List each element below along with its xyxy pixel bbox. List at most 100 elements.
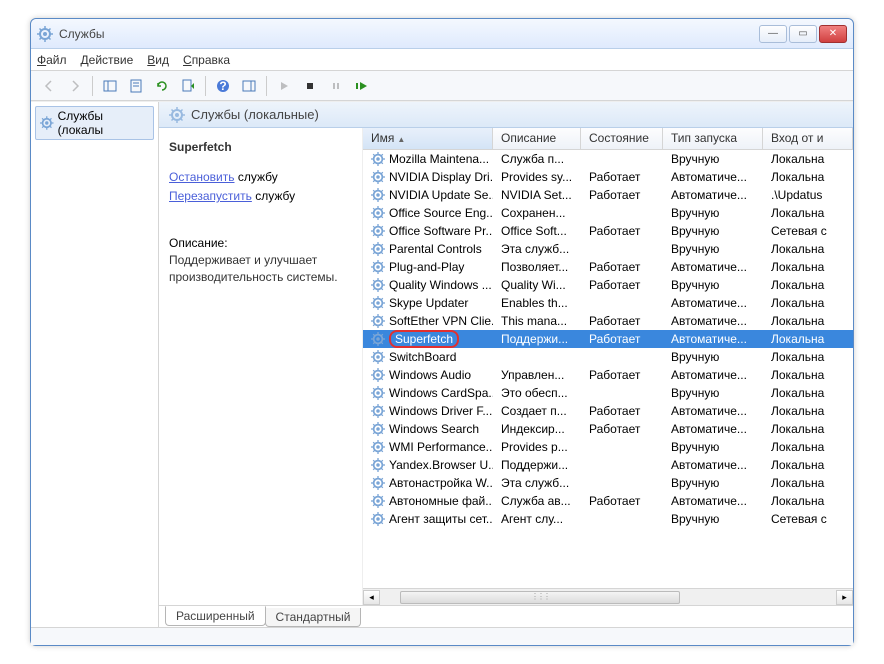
scroll-thumb[interactable] <box>400 591 680 604</box>
client-area: Службы (локалы Службы (локальные) Superf… <box>31 101 853 627</box>
menubar: Файл Действие Вид Справка <box>31 49 853 71</box>
service-logon: Локальна <box>763 206 853 220</box>
selected-service-name: Superfetch <box>169 140 352 154</box>
service-row[interactable]: Автонастройка W...Эта служб...ВручнуюЛок… <box>363 474 853 492</box>
service-name: Office Source Eng... <box>389 206 493 220</box>
service-row[interactable]: Агент защиты сет...Агент слу...ВручнуюСе… <box>363 510 853 528</box>
service-logon: Сетевая с <box>763 224 853 238</box>
service-description: Позволяет... <box>493 260 581 274</box>
service-row[interactable]: Mozilla Maintena...Служба п...ВручнуюЛок… <box>363 150 853 168</box>
restart-service-button[interactable] <box>350 74 374 98</box>
service-state: Работает <box>581 494 663 508</box>
service-startup: Автоматиче... <box>663 296 763 310</box>
menu-view[interactable]: Вид <box>147 53 169 67</box>
service-row[interactable]: Yandex.Browser U...Поддержи...Автоматиче… <box>363 456 853 474</box>
tree-node-services-local[interactable]: Службы (локалы <box>35 106 154 140</box>
service-startup: Автоматиче... <box>663 314 763 328</box>
properties-button[interactable] <box>124 74 148 98</box>
column-header-name[interactable]: Имя▲ <box>363 128 493 149</box>
forward-button[interactable] <box>63 74 87 98</box>
service-logon: Локальна <box>763 314 853 328</box>
service-row[interactable]: Office Software Pr...Office Soft...Работ… <box>363 222 853 240</box>
pause-service-button[interactable] <box>324 74 348 98</box>
column-header-logon[interactable]: Вход от и <box>763 128 853 149</box>
service-description: Quality Wi... <box>493 278 581 292</box>
service-startup: Вручную <box>663 242 763 256</box>
tab-bar: Расширенный Стандартный <box>159 605 853 627</box>
service-startup: Вручную <box>663 152 763 166</box>
list-headers: Имя▲ Описание Состояние Тип запуска Вход… <box>363 128 853 150</box>
service-row[interactable]: SoftEther VPN Clie...This mana...Работае… <box>363 312 853 330</box>
right-header: Службы (локальные) <box>159 102 853 128</box>
minimize-button[interactable]: — <box>759 25 787 43</box>
service-row[interactable]: Parental ControlsЭта служб...ВручнуюЛока… <box>363 240 853 258</box>
service-row[interactable]: Skype UpdaterEnables th...Автоматиче...Л… <box>363 294 853 312</box>
service-row[interactable]: Windows Driver F...Создает п...РаботаетА… <box>363 402 853 420</box>
service-startup: Вручную <box>663 350 763 364</box>
column-header-description[interactable]: Описание <box>493 128 581 149</box>
service-state: Работает <box>581 170 663 184</box>
tab-standard[interactable]: Стандартный <box>265 608 362 627</box>
back-button[interactable] <box>37 74 61 98</box>
service-row[interactable]: SwitchBoardВручнуюЛокальна <box>363 348 853 366</box>
service-row[interactable]: NVIDIA Update Se...NVIDIA Set...Работает… <box>363 186 853 204</box>
service-row[interactable]: NVIDIA Display Dri...Provides sy...Работ… <box>363 168 853 186</box>
service-name: Yandex.Browser U... <box>389 458 493 472</box>
service-row[interactable]: Windows CardSpa...Это обесп...ВручнуюЛок… <box>363 384 853 402</box>
restart-service-link[interactable]: Перезапустить <box>169 189 252 203</box>
service-startup: Автоматиче... <box>663 422 763 436</box>
stop-service-link[interactable]: Остановить <box>169 170 235 184</box>
tree-node-label: Службы (локалы <box>58 109 149 137</box>
scroll-track[interactable] <box>380 590 836 605</box>
toolbar-separator <box>205 76 206 96</box>
service-state: Работает <box>581 368 663 382</box>
detail-pane: Superfetch Остановить службу Перезапусти… <box>159 128 363 605</box>
refresh-button[interactable] <box>150 74 174 98</box>
menu-file[interactable]: Файл <box>37 53 67 67</box>
tab-extended[interactable]: Расширенный <box>165 606 266 626</box>
gear-icon <box>169 107 185 123</box>
service-row[interactable]: Windows AudioУправлен...РаботаетАвтомати… <box>363 366 853 384</box>
service-row[interactable]: Office Source Eng...Сохранен...ВручнуюЛо… <box>363 204 853 222</box>
service-row[interactable]: Quality Windows ...Quality Wi...Работает… <box>363 276 853 294</box>
service-description: NVIDIA Set... <box>493 188 581 202</box>
right-header-title: Службы (локальные) <box>191 107 319 122</box>
maximize-button[interactable]: ▭ <box>789 25 817 43</box>
stop-service-button[interactable] <box>298 74 322 98</box>
scroll-right-button[interactable]: ▸ <box>836 590 853 605</box>
export-button[interactable] <box>176 74 200 98</box>
titlebar[interactable]: Службы — ▭ ✕ <box>31 19 853 49</box>
service-state: Работает <box>581 278 663 292</box>
service-row[interactable]: WMI Performance...Provides p...ВручнуюЛо… <box>363 438 853 456</box>
show-hide-tree-button[interactable] <box>98 74 122 98</box>
help-button[interactable]: ? <box>211 74 235 98</box>
service-row[interactable]: SuperfetchПоддержи...РаботаетАвтоматиче.… <box>363 330 853 348</box>
menu-action[interactable]: Действие <box>81 53 134 67</box>
status-bar <box>31 627 853 645</box>
show-hide-action-pane-button[interactable] <box>237 74 261 98</box>
service-row[interactable]: Автономные фай...Служба ав...РаботаетАвт… <box>363 492 853 510</box>
service-name: Автонастройка W... <box>389 476 493 490</box>
service-name: Plug-and-Play <box>389 260 464 274</box>
service-description: Служба ав... <box>493 494 581 508</box>
service-logon: Локальна <box>763 242 853 256</box>
service-description: Поддержи... <box>493 332 581 346</box>
scroll-left-button[interactable]: ◂ <box>363 590 380 605</box>
start-service-button[interactable] <box>272 74 296 98</box>
close-button[interactable]: ✕ <box>819 25 847 43</box>
service-description: Индексир... <box>493 422 581 436</box>
service-state: Работает <box>581 260 663 274</box>
list-body[interactable]: Mozilla Maintena...Служба п...ВручнуюЛок… <box>363 150 853 588</box>
gear-icon <box>371 422 385 436</box>
service-name: NVIDIA Display Dri... <box>389 170 493 184</box>
window-buttons: — ▭ ✕ <box>759 25 847 43</box>
gear-icon <box>371 386 385 400</box>
service-row[interactable]: Windows SearchИндексир...РаботаетАвтомат… <box>363 420 853 438</box>
column-header-startup[interactable]: Тип запуска <box>663 128 763 149</box>
service-row[interactable]: Plug-and-PlayПозволяет...РаботаетАвтомат… <box>363 258 853 276</box>
menu-help[interactable]: Справка <box>183 53 230 67</box>
service-startup: Автоматиче... <box>663 458 763 472</box>
column-header-state[interactable]: Состояние <box>581 128 663 149</box>
horizontal-scrollbar[interactable]: ◂ ▸ <box>363 588 853 605</box>
tree-pane[interactable]: Службы (локалы <box>31 102 159 627</box>
